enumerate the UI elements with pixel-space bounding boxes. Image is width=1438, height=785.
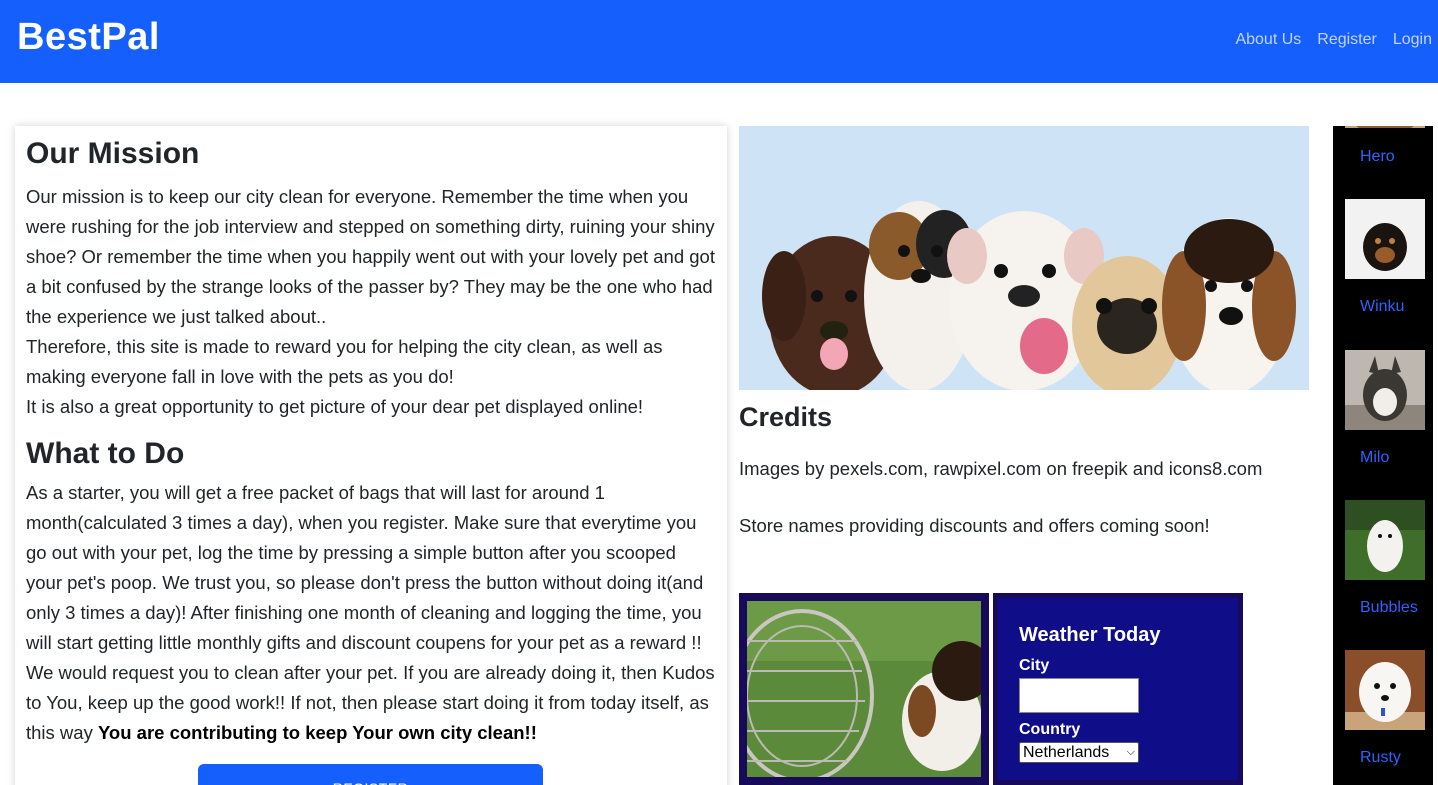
todo-emphasis: You are contributing to keep Your own ci… [97, 722, 537, 743]
country-selected-value: Netherlands [1023, 743, 1110, 761]
chevron-down-icon: ⌵ [1126, 746, 1135, 758]
pet-card-milo[interactable] [1345, 350, 1425, 430]
todo-text: As a starter, you will get a free packet… [26, 478, 716, 748]
nav-links: About Us Register Login [1235, 31, 1432, 49]
register-button[interactable]: REGISTER [198, 764, 543, 785]
mission-paragraph-3: It is also a great opportunity to get pi… [26, 396, 644, 417]
pet-photo-milo[interactable] [1345, 350, 1425, 430]
pet-sidebar: Hero Winku Milo Bubbles Rusty [1333, 126, 1433, 785]
todo-body: As a starter, you will get a free packet… [26, 482, 715, 743]
weather-widget: Weather Today City Country Netherlands ⌵ [993, 593, 1243, 785]
weather-title: Weather Today [1019, 624, 1161, 646]
mission-paragraph-2: Therefore, this site is made to reward y… [26, 336, 663, 387]
pet-photo-hero[interactable] [1345, 126, 1425, 128]
country-select[interactable]: Netherlands ⌵ [1019, 742, 1139, 763]
beagle-photo [739, 601, 989, 783]
pet-card-bubbles[interactable] [1345, 500, 1425, 580]
brand-logo[interactable]: BestPal [17, 16, 160, 59]
pet-card-winku[interactable] [1345, 199, 1425, 279]
country-label: Country [1019, 721, 1081, 738]
pet-card-hero[interactable] [1345, 126, 1425, 128]
dogs-illustration [762, 201, 1296, 390]
beagle-photo-frame [739, 593, 989, 785]
mission-title: Our Mission [26, 137, 200, 170]
nav-about-us[interactable]: About Us [1235, 31, 1301, 49]
credits-text: Images by pexels.com, rawpixel.com on fr… [739, 458, 1263, 479]
city-label: City [1019, 657, 1050, 674]
pet-name-rusty[interactable]: Rusty [1360, 749, 1401, 767]
weather-panel: Weather Today City Country Netherlands ⌵ [998, 598, 1238, 780]
pet-photo-bubbles[interactable] [1345, 500, 1425, 580]
pet-name-milo[interactable]: Milo [1360, 449, 1389, 467]
nav-login[interactable]: Login [1393, 31, 1432, 49]
top-navbar: BestPal About Us Register Login [0, 0, 1438, 83]
stores-text: Store names providing discounts and offe… [739, 515, 1210, 536]
pet-card-rusty[interactable] [1345, 650, 1425, 730]
pet-name-hero[interactable]: Hero [1360, 148, 1395, 166]
pet-photo-rusty[interactable] [1345, 650, 1425, 730]
pet-name-bubbles[interactable]: Bubbles [1360, 599, 1418, 617]
dogs-banner-image [739, 126, 1309, 390]
todo-title: What to Do [26, 437, 185, 470]
nav-register[interactable]: Register [1317, 31, 1377, 49]
pet-name-winku[interactable]: Winku [1360, 298, 1404, 316]
pet-photo-winku[interactable] [1345, 199, 1425, 279]
mission-card: Our Mission Our mission is to keep our c… [15, 126, 727, 785]
city-input[interactable] [1019, 678, 1139, 713]
mission-paragraph-1: Our mission is to keep our city clean fo… [26, 186, 715, 327]
credits-title: Credits [739, 402, 833, 432]
